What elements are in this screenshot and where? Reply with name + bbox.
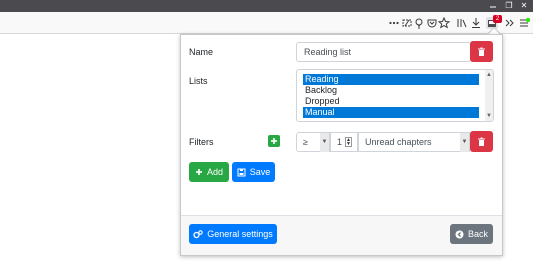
- list-item-dropped[interactable]: Dropped: [303, 96, 479, 107]
- extension-badge: 2: [493, 15, 502, 23]
- gears-icon: [193, 229, 203, 239]
- add-filter-button[interactable]: [268, 135, 280, 147]
- bookmark-star-icon[interactable]: [438, 17, 450, 29]
- general-settings-label: General settings: [207, 229, 273, 239]
- lists-multiselect[interactable]: Reading Backlog Dropped Manual ▲ ▼: [296, 69, 494, 122]
- stepper-arrows-icon[interactable]: ▲ ▼: [345, 137, 352, 147]
- back-button[interactable]: Back: [450, 224, 493, 244]
- chevron-down-icon: ▼: [460, 133, 469, 152]
- lightbulb-icon[interactable]: [413, 17, 425, 29]
- save-icon: [237, 168, 246, 177]
- list-item-reading[interactable]: Reading: [303, 74, 479, 85]
- count-value: 1: [337, 137, 343, 147]
- restore-icon[interactable]: ❐: [505, 2, 513, 10]
- field-select[interactable]: Unread chapters ▼: [358, 132, 470, 152]
- trash-icon: [477, 137, 486, 147]
- browser-toolbar: 2: [0, 12, 533, 34]
- window-titlebar: ❐ ✕: [0, 0, 533, 12]
- overflow-chevron-icon[interactable]: [504, 17, 516, 29]
- list-item-manual[interactable]: Manual: [303, 107, 479, 118]
- general-settings-button[interactable]: General settings: [189, 224, 277, 244]
- download-icon[interactable]: [470, 17, 482, 29]
- save-button-label: Save: [249, 167, 271, 177]
- back-arrow-icon: [455, 230, 464, 239]
- lists-label: Lists: [189, 76, 208, 86]
- minimize-icon[interactable]: [489, 2, 497, 10]
- plus-icon: [270, 137, 278, 145]
- menu-icon[interactable]: [518, 17, 530, 29]
- more-actions-icon[interactable]: [388, 17, 400, 29]
- list-item-backlog[interactable]: Backlog: [303, 85, 479, 96]
- scroll-down-icon[interactable]: ▼: [485, 112, 493, 120]
- screenshot-icon[interactable]: [401, 17, 413, 29]
- lists-scrollbar[interactable]: ▲ ▼: [485, 70, 493, 121]
- scroll-up-icon[interactable]: ▲: [485, 71, 493, 79]
- back-button-label: Back: [467, 229, 488, 239]
- delete-filter-button[interactable]: [470, 131, 493, 152]
- add-button[interactable]: Add: [189, 162, 229, 182]
- trash-icon: [477, 47, 486, 57]
- save-button[interactable]: Save: [232, 162, 275, 182]
- close-icon[interactable]: ✕: [520, 2, 528, 10]
- chevron-down-icon: ▼: [320, 133, 329, 152]
- plus-icon: [195, 168, 203, 176]
- operator-value: ≥: [303, 137, 308, 147]
- delete-list-button[interactable]: [470, 41, 493, 62]
- name-label: Name: [189, 47, 214, 57]
- name-input[interactable]: Reading list: [296, 42, 471, 62]
- library-icon[interactable]: [456, 17, 468, 29]
- field-value: Unread chapters: [365, 137, 432, 147]
- count-stepper[interactable]: 1 ▲ ▼: [330, 132, 358, 152]
- add-button-label: Add: [206, 167, 223, 177]
- filters-label: Filters: [189, 137, 214, 147]
- pocket-icon[interactable]: [426, 17, 438, 29]
- operator-select[interactable]: ≥ ▼: [296, 132, 330, 152]
